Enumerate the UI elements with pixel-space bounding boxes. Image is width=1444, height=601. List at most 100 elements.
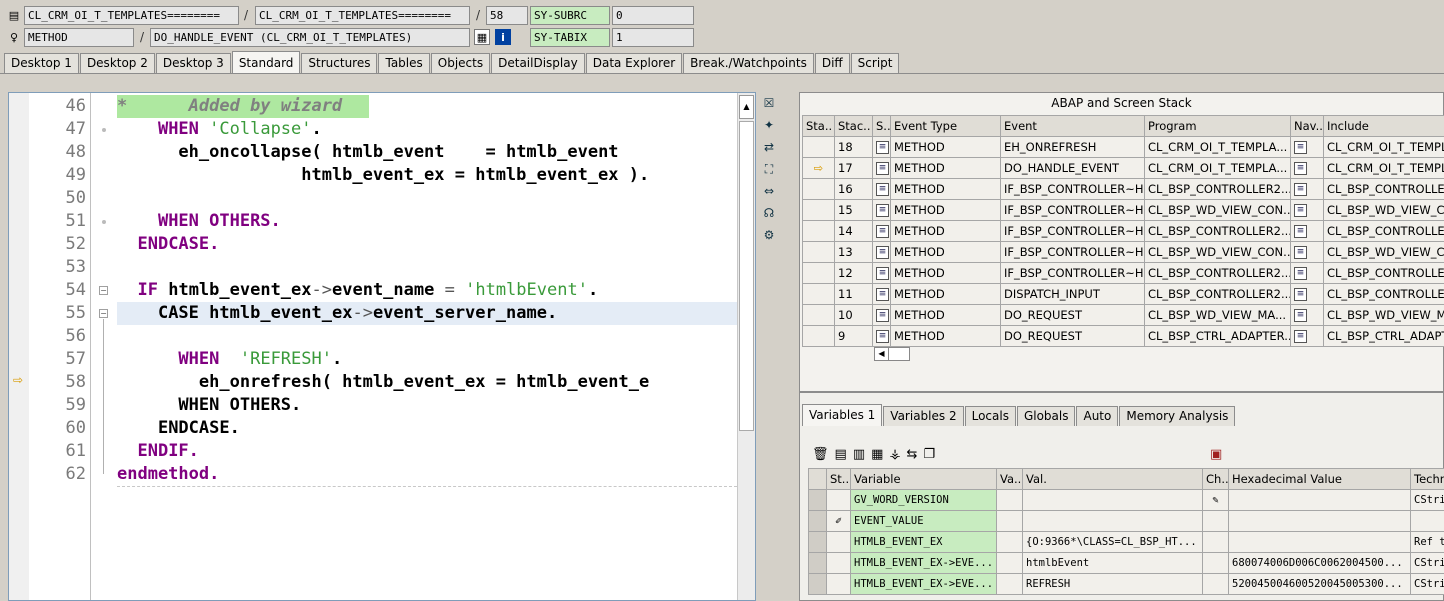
table-row[interactable]: HTMLB_EVENT_EX {O:9366*\CLASS=CL_BSP_HT..… bbox=[808, 531, 1444, 553]
source-editor[interactable]: ⇨ 46 47 48 49 50 51 52 53 54 55 56 57 58… bbox=[8, 92, 756, 601]
transfer-icon[interactable]: ⇆ bbox=[906, 447, 917, 462]
tab-globals[interactable]: Globals bbox=[1016, 406, 1076, 426]
tab-script[interactable]: Script bbox=[850, 53, 900, 73]
maximize-icon[interactable]: ⛶ bbox=[760, 160, 778, 178]
navigate-icon[interactable]: ≡ bbox=[1294, 204, 1307, 217]
table-row[interactable]: 12 ≡ METHOD IF_BSP_CONTROLLER~H... CL_BSP_CO… bbox=[802, 262, 1444, 284]
table-row[interactable]: 13 ≡ METHOD IF_BSP_CONTROLLER~H... CL_BSP_WD… bbox=[802, 241, 1444, 263]
tab-diff[interactable]: Diff bbox=[814, 53, 850, 73]
navigate-icon[interactable]: ≡ bbox=[1294, 162, 1307, 175]
tab-tables[interactable]: Tables bbox=[378, 53, 430, 73]
tab-variables-2[interactable]: Variables 2 bbox=[883, 406, 964, 426]
tab-objects[interactable]: Objects bbox=[430, 53, 491, 73]
new-tool-icon[interactable]: ✦ bbox=[760, 116, 778, 134]
column-header[interactable]: Event Type bbox=[890, 115, 1001, 137]
remove-icon[interactable]: ▦ bbox=[871, 447, 883, 462]
program-field[interactable]: CL_CRM_OI_T_TEMPLATES======== bbox=[24, 6, 239, 25]
navigate-icon[interactable]: ≡ bbox=[1294, 183, 1307, 196]
event-type-field[interactable]: METHOD bbox=[24, 28, 134, 47]
navigate-icon[interactable]: ≡ bbox=[1294, 246, 1307, 259]
tab-auto[interactable]: Auto bbox=[1076, 406, 1119, 426]
collapse-icon[interactable]: − bbox=[99, 286, 108, 295]
change-pencil-icon[interactable]: ✎ bbox=[1202, 489, 1229, 511]
tab-locals[interactable]: Locals bbox=[964, 406, 1016, 426]
column-header[interactable]: Variable bbox=[850, 468, 997, 490]
window-icon[interactable]: ❐ bbox=[923, 447, 935, 462]
column-header[interactable]: Techn bbox=[1410, 468, 1444, 490]
tab-desktop-2[interactable]: Desktop 2 bbox=[79, 53, 155, 73]
hierarchy-icon[interactable]: ⚶ bbox=[889, 447, 900, 462]
info-icon[interactable]: i bbox=[495, 29, 511, 45]
navigate-icon[interactable]: ≡ bbox=[1294, 225, 1307, 238]
column-header[interactable]: Sta.. bbox=[802, 115, 835, 137]
table-row[interactable]: 9 ≡ METHOD DO_REQUEST CL_BSP_CTRL_ADAPTER...… bbox=[802, 325, 1444, 347]
column-header[interactable]: Event bbox=[1000, 115, 1145, 137]
column-header[interactable]: Program bbox=[1144, 115, 1291, 137]
variable-name[interactable]: EVENT_VALUE bbox=[850, 510, 997, 532]
tab-desktop-3[interactable]: Desktop 3 bbox=[155, 53, 231, 73]
edit-icon[interactable]: ✐ bbox=[826, 510, 851, 532]
column-header[interactable]: Nav.. bbox=[1290, 115, 1324, 137]
column-header[interactable]: Val. bbox=[1022, 468, 1203, 490]
column-header[interactable]: Ch.. bbox=[1202, 468, 1229, 490]
editor-scrollbar[interactable]: ▲ bbox=[737, 93, 755, 600]
tab-detaildisplay[interactable]: DetailDisplay bbox=[491, 53, 585, 73]
column-header[interactable]: Hexadecimal Value bbox=[1228, 468, 1411, 490]
navigate-icon[interactable]: ≡ bbox=[1294, 141, 1307, 154]
navigate-icon[interactable]: ≡ bbox=[1294, 267, 1307, 280]
horizontal-scrollbar[interactable]: ◀ bbox=[874, 347, 910, 361]
table-row[interactable]: GV_WORD_VERSION ✎ CStrin bbox=[808, 489, 1444, 511]
variable-value[interactable] bbox=[1022, 510, 1203, 532]
variable-name[interactable]: HTMLB_EVENT_EX bbox=[850, 531, 997, 553]
scroll-thumb[interactable] bbox=[739, 121, 754, 431]
table-row[interactable]: 10 ≡ METHOD DO_REQUEST CL_BSP_WD_VIEW_MA... ≡… bbox=[802, 304, 1444, 326]
column-header[interactable]: Stac.. bbox=[834, 115, 873, 137]
variable-name[interactable]: GV_WORD_VERSION bbox=[850, 489, 997, 511]
services-icon[interactable]: ☊ bbox=[760, 204, 778, 222]
column-header[interactable]: St.. bbox=[826, 468, 851, 490]
tab-breakpoints[interactable]: Break./Watchpoints bbox=[683, 53, 814, 73]
tab-data-explorer[interactable]: Data Explorer bbox=[585, 53, 683, 73]
table-row[interactable]: 11 ≡ METHOD DISPATCH_INPUT CL_BSP_CONTROLLER… bbox=[802, 283, 1444, 305]
table-row[interactable]: HTMLB_EVENT_EX->EVE... htmlbEvent 68007400… bbox=[808, 552, 1444, 574]
navigate-icon[interactable]: ≡ bbox=[1294, 288, 1307, 301]
tab-memory-analysis[interactable]: Memory Analysis bbox=[1119, 406, 1236, 426]
variable-value[interactable]: htmlbEvent bbox=[1022, 552, 1203, 574]
variable-value[interactable]: {O:9366*\CLASS=CL_BSP_HT... bbox=[1022, 531, 1203, 553]
breakpoint-gutter[interactable]: ⇨ bbox=[9, 93, 29, 600]
navigate-icon[interactable]: ≡ bbox=[1294, 330, 1307, 343]
settings-icon[interactable]: ⚙ bbox=[760, 226, 778, 244]
save-icon[interactable]: ▣ bbox=[1210, 447, 1222, 462]
variable-value[interactable]: REFRESH bbox=[1022, 573, 1203, 595]
table-row[interactable]: ✐ EVENT_VALUE bbox=[808, 510, 1444, 532]
delete-icon[interactable]: 🗑 bbox=[812, 447, 829, 462]
column-header[interactable]: Include bbox=[1323, 115, 1444, 137]
scroll-left-icon[interactable]: ◀ bbox=[875, 348, 889, 360]
tab-desktop-1[interactable]: Desktop 1 bbox=[4, 53, 79, 73]
table-row[interactable]: 16 ≡ METHOD IF_BSP_CONTROLLER~H... CL_BSP_CO… bbox=[802, 178, 1444, 200]
append-icon[interactable]: ▥ bbox=[853, 447, 865, 462]
collapse-icon[interactable]: − bbox=[99, 309, 108, 318]
insert-icon[interactable]: ▤ bbox=[835, 447, 847, 462]
variable-value[interactable] bbox=[1022, 489, 1203, 511]
tab-structures[interactable]: Structures bbox=[301, 53, 378, 73]
variable-name[interactable]: HTMLB_EVENT_EX->EVE... bbox=[850, 552, 997, 574]
table-row[interactable]: 18 ≡ METHOD EH_ONREFRESH CL_CRM_OI_T_TEMPLA.… bbox=[802, 136, 1444, 158]
replace-tool-icon[interactable]: ⇄ bbox=[760, 138, 778, 156]
swap-icon[interactable]: ⇔ bbox=[760, 182, 778, 200]
tab-standard[interactable]: Standard bbox=[231, 51, 301, 73]
close-icon[interactable]: ☒ bbox=[760, 94, 778, 112]
scroll-up-icon[interactable]: ▲ bbox=[739, 95, 754, 119]
table-row[interactable]: ⇨ 17 ≡ METHOD DO_HANDLE_EVENT CL_CRM_OI_T_TEM… bbox=[802, 157, 1444, 179]
display-icon[interactable]: ▦ bbox=[474, 29, 490, 45]
event-field[interactable]: DO_HANDLE_EVENT (CL_CRM_OI_T_TEMPLATES) bbox=[150, 28, 470, 47]
tab-variables-1[interactable]: Variables 1 bbox=[802, 404, 883, 426]
include-field[interactable]: CL_CRM_OI_T_TEMPLATES======== bbox=[255, 6, 470, 25]
table-row[interactable]: 14 ≡ METHOD IF_BSP_CONTROLLER~H... CL_BSP_CO… bbox=[802, 220, 1444, 242]
navigate-icon[interactable]: ≡ bbox=[1294, 309, 1307, 322]
column-header[interactable]: S.. bbox=[872, 115, 891, 137]
line-number-field[interactable]: 58 bbox=[486, 6, 528, 25]
table-row[interactable]: 15 ≡ METHOD IF_BSP_CONTROLLER~H... CL_BSP_WD… bbox=[802, 199, 1444, 221]
column-header[interactable]: Va.. bbox=[996, 468, 1023, 490]
table-row[interactable]: HTMLB_EVENT_EX->EVE... REFRESH 52004500460… bbox=[808, 573, 1444, 595]
